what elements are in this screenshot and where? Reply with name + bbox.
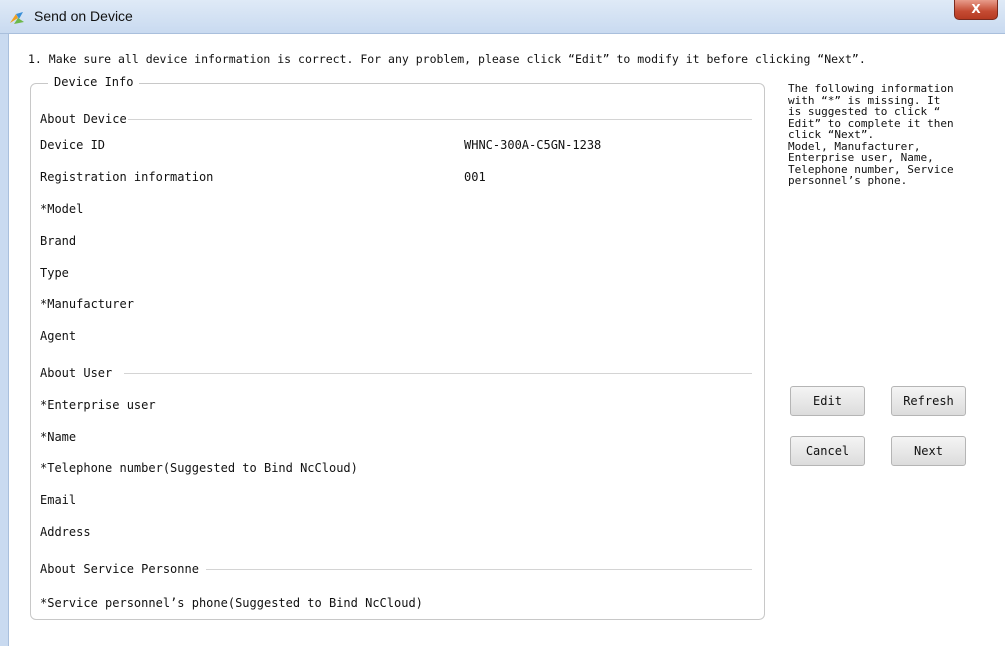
missing-info-hint: The following information with “*” is mi…	[788, 83, 993, 187]
label-service-personnel-phone: *Service personnel’s phone(Suggested to …	[40, 596, 423, 610]
hint-line: is suggested to click “	[788, 105, 941, 118]
label-agent: Agent	[40, 329, 77, 343]
close-button[interactable]: X	[954, 0, 998, 20]
label-email: Email	[40, 493, 77, 507]
close-icon: X	[971, 2, 981, 16]
window-border	[0, 34, 8, 646]
section-divider	[128, 119, 752, 120]
section-divider	[206, 569, 752, 570]
value-registration-information: 001	[464, 170, 486, 184]
label-type: Type	[40, 266, 69, 280]
section-divider	[124, 373, 752, 374]
hint-line: Enterprise user, Name,	[788, 151, 934, 164]
label-brand: Brand	[40, 234, 77, 248]
window-title: Send on Device	[34, 8, 133, 24]
label-model: *Model	[40, 202, 84, 216]
hint-line: personnel’s phone.	[788, 174, 908, 187]
section-header-about-user: About User	[40, 366, 113, 380]
edit-button[interactable]: Edit	[790, 386, 865, 416]
window-border-line	[8, 34, 9, 646]
label-name: *Name	[40, 430, 77, 444]
label-enterprise-user: *Enterprise user	[40, 398, 156, 412]
device-info-group	[30, 83, 765, 620]
value-device-id: WHNC-300A-C5GN-1238	[464, 138, 602, 152]
next-button[interactable]: Next	[891, 436, 966, 466]
instruction-text: 1. Make sure all device information is c…	[28, 52, 866, 66]
label-telephone-number: *Telephone number(Suggested to Bind NcCl…	[40, 461, 358, 475]
hint-line: The following information	[788, 82, 954, 95]
cancel-button[interactable]: Cancel	[790, 436, 865, 466]
label-manufacturer: *Manufacturer	[40, 297, 134, 311]
refresh-button[interactable]: Refresh	[891, 386, 966, 416]
title-bar: Send on Device X	[0, 0, 1005, 34]
device-info-title: Device Info	[48, 75, 140, 89]
app-logo-icon	[10, 12, 24, 24]
label-address: Address	[40, 525, 91, 539]
label-device-id: Device ID	[40, 138, 106, 152]
section-header-about-device: About Device	[40, 112, 127, 126]
section-header-about-service-personnel: About Service Personne	[40, 562, 199, 576]
label-registration-information: Registration information	[40, 170, 214, 184]
hint-line: click “Next”.	[788, 128, 875, 141]
